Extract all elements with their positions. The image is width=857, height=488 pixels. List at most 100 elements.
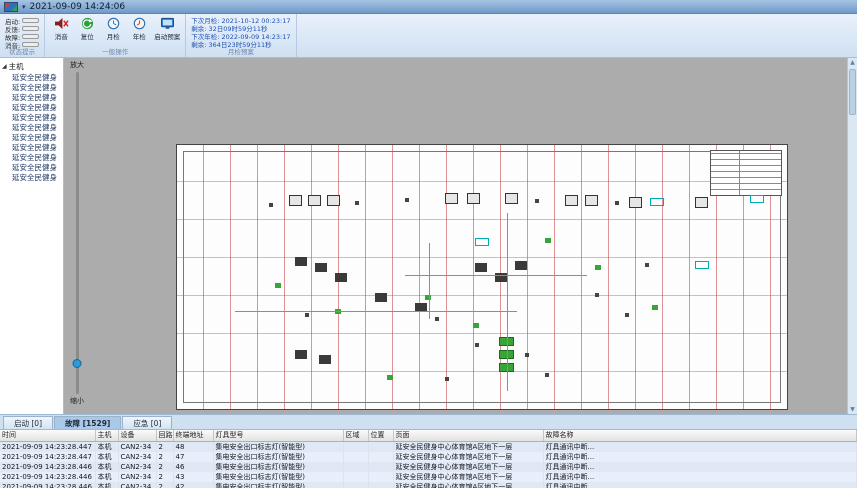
table-row[interactable]: 2021-09-09 14:23:28.446 本机 CAN2-34 2 42 … bbox=[0, 482, 857, 488]
cell-addr: 46 bbox=[173, 462, 213, 472]
table-row[interactable]: 2021-09-09 14:23:28.447 本机 CAN2-34 2 47 … bbox=[0, 452, 857, 462]
column-header[interactable]: 主机 bbox=[95, 430, 118, 441]
cell-addr: 42 bbox=[173, 482, 213, 488]
cell-model: 集电安全出口标志灯(智能型) bbox=[213, 441, 343, 452]
column-header[interactable]: 设备 bbox=[118, 430, 156, 441]
table-row[interactable]: 2021-09-09 14:23:28.447 本机 CAN2-34 2 48 … bbox=[0, 441, 857, 452]
scroll-up-icon[interactable]: ▲ bbox=[850, 58, 855, 67]
tree-item[interactable]: 延安全民健身 bbox=[0, 153, 63, 163]
column-header[interactable]: 区域 bbox=[343, 430, 368, 441]
plan-element bbox=[305, 313, 309, 317]
cell-addr: 47 bbox=[173, 452, 213, 462]
cell-pos bbox=[368, 482, 393, 488]
plan-element bbox=[629, 197, 642, 208]
cell-page: 延安全民健身中心体育馆A区地下一层 bbox=[393, 441, 543, 452]
floorplan-canvas[interactable]: 放大 缩小 bbox=[64, 58, 857, 414]
column-header[interactable]: 回路 bbox=[156, 430, 173, 441]
tree-expand-icon[interactable]: ◢ bbox=[2, 63, 7, 70]
yearly-check-button[interactable]: 年检 bbox=[128, 17, 150, 41]
tree-item[interactable]: 延安全民健身 bbox=[0, 163, 63, 173]
tree-item[interactable]: 延安全民健身 bbox=[0, 73, 63, 83]
vscrollbar-thumb[interactable] bbox=[849, 69, 856, 115]
ribbon-spacer bbox=[297, 14, 857, 57]
plan-element bbox=[308, 195, 321, 206]
status-indicator bbox=[22, 26, 39, 31]
tab-fault[interactable]: 故障 [1529] bbox=[54, 416, 121, 429]
reset-icon bbox=[80, 17, 95, 30]
cell-device: CAN2-34 bbox=[118, 472, 156, 482]
schedule-lines: 下次月检: 2021-10-12 00:23:17 剩余: 32日09时59分1… bbox=[191, 17, 290, 49]
cell-area bbox=[343, 441, 368, 452]
tree-root-host[interactable]: ◢ 主机 bbox=[0, 60, 63, 73]
schedule-group: 下次月检: 2021-10-12 00:23:17 剩余: 32日09时59分1… bbox=[186, 14, 296, 57]
tree-item[interactable]: 延安全民健身 bbox=[0, 123, 63, 133]
tree-item[interactable]: 延安全民健身 bbox=[0, 93, 63, 103]
column-header[interactable]: 页面 bbox=[393, 430, 543, 441]
tree-item[interactable]: 延安全民健身 bbox=[0, 173, 63, 183]
titlebar-dropdown-icon[interactable]: ▾ bbox=[22, 2, 26, 12]
tab-start[interactable]: 启动 [0] bbox=[3, 416, 53, 429]
status-group-caption: 状态提示 bbox=[0, 46, 44, 56]
monthly-check-button[interactable]: 月检 bbox=[102, 17, 124, 41]
plan-element bbox=[289, 195, 302, 206]
ops-group: 消音 复位 月检 bbox=[45, 14, 186, 57]
zoom-slider-thumb[interactable] bbox=[73, 359, 82, 368]
device-tree: ◢ 主机 延安全民健身 延安全民健身 延安全民健身 延安全民健身 延安全民健身 … bbox=[0, 58, 64, 414]
cell-fault: 灯具通讯中断... bbox=[543, 452, 857, 462]
plan-element bbox=[475, 238, 489, 246]
tab-emergency[interactable]: 应急 [0] bbox=[122, 416, 172, 429]
plan-element bbox=[435, 317, 439, 321]
tree-item[interactable]: 延安全民健身 bbox=[0, 83, 63, 93]
column-header[interactable]: 时间 bbox=[0, 430, 95, 441]
mute-button[interactable]: 消音 bbox=[50, 17, 72, 41]
plan-element bbox=[695, 197, 708, 208]
cell-area bbox=[343, 472, 368, 482]
plan-element bbox=[327, 195, 340, 206]
tree-item[interactable]: 延安全民健身 bbox=[0, 103, 63, 113]
plan-element bbox=[295, 350, 307, 359]
status-indicator bbox=[22, 18, 39, 23]
tree-item[interactable]: 延安全民健身 bbox=[0, 113, 63, 123]
status-indicator bbox=[22, 34, 39, 39]
column-header[interactable]: 位置 bbox=[368, 430, 393, 441]
app-icon[interactable] bbox=[4, 2, 18, 12]
cell-pos bbox=[368, 452, 393, 462]
plan-element bbox=[565, 195, 578, 206]
cell-time: 2021-09-09 14:23:28.446 bbox=[0, 472, 95, 482]
cell-loop: 2 bbox=[156, 482, 173, 488]
table-row[interactable]: 2021-09-09 14:23:28.446 本机 CAN2-34 2 46 … bbox=[0, 462, 857, 472]
canvas-vscrollbar[interactable]: ▲ ▼ bbox=[847, 58, 857, 414]
plan-element bbox=[269, 203, 273, 207]
monthly-remaining-text: 剩余: 32日09时59分11秒 bbox=[191, 25, 290, 33]
cell-host: 本机 bbox=[95, 441, 118, 452]
reset-button[interactable]: 复位 bbox=[76, 17, 98, 41]
reset-label: 复位 bbox=[81, 31, 94, 41]
yearly-check-label: 年检 bbox=[133, 31, 146, 41]
cell-area bbox=[343, 452, 368, 462]
plan-element bbox=[319, 355, 331, 364]
table-row[interactable]: 2021-09-09 14:23:28.446 本机 CAN2-34 2 43 … bbox=[0, 472, 857, 482]
cell-pos bbox=[368, 462, 393, 472]
plan-element bbox=[507, 213, 508, 391]
scroll-down-icon[interactable]: ▼ bbox=[850, 405, 855, 414]
cell-device: CAN2-34 bbox=[118, 482, 156, 488]
cell-model: 集电安全出口标志灯(智能型) bbox=[213, 452, 343, 462]
cell-page: 延安全民健身中心体育馆A区地下一层 bbox=[393, 452, 543, 462]
column-header[interactable]: 故障名称 bbox=[543, 430, 857, 441]
plan-element bbox=[429, 243, 430, 319]
cell-addr: 48 bbox=[173, 441, 213, 452]
column-header[interactable]: 终端地址 bbox=[173, 430, 213, 441]
column-header[interactable]: 灯具型号 bbox=[213, 430, 343, 441]
cell-area bbox=[343, 462, 368, 472]
start-plan-label: 启动预案 bbox=[154, 31, 180, 41]
cell-time: 2021-09-09 14:23:28.446 bbox=[0, 482, 95, 488]
plan-element bbox=[445, 377, 449, 381]
start-plan-button[interactable]: 启动预案 bbox=[154, 17, 180, 41]
zoom-slider[interactable] bbox=[76, 72, 79, 394]
tree-item[interactable]: 延安全民健身 bbox=[0, 143, 63, 153]
plan-element bbox=[275, 283, 281, 288]
cell-device: CAN2-34 bbox=[118, 441, 156, 452]
plan-element bbox=[315, 263, 327, 272]
tree-item[interactable]: 延安全民健身 bbox=[0, 133, 63, 143]
plan-element bbox=[652, 305, 658, 310]
